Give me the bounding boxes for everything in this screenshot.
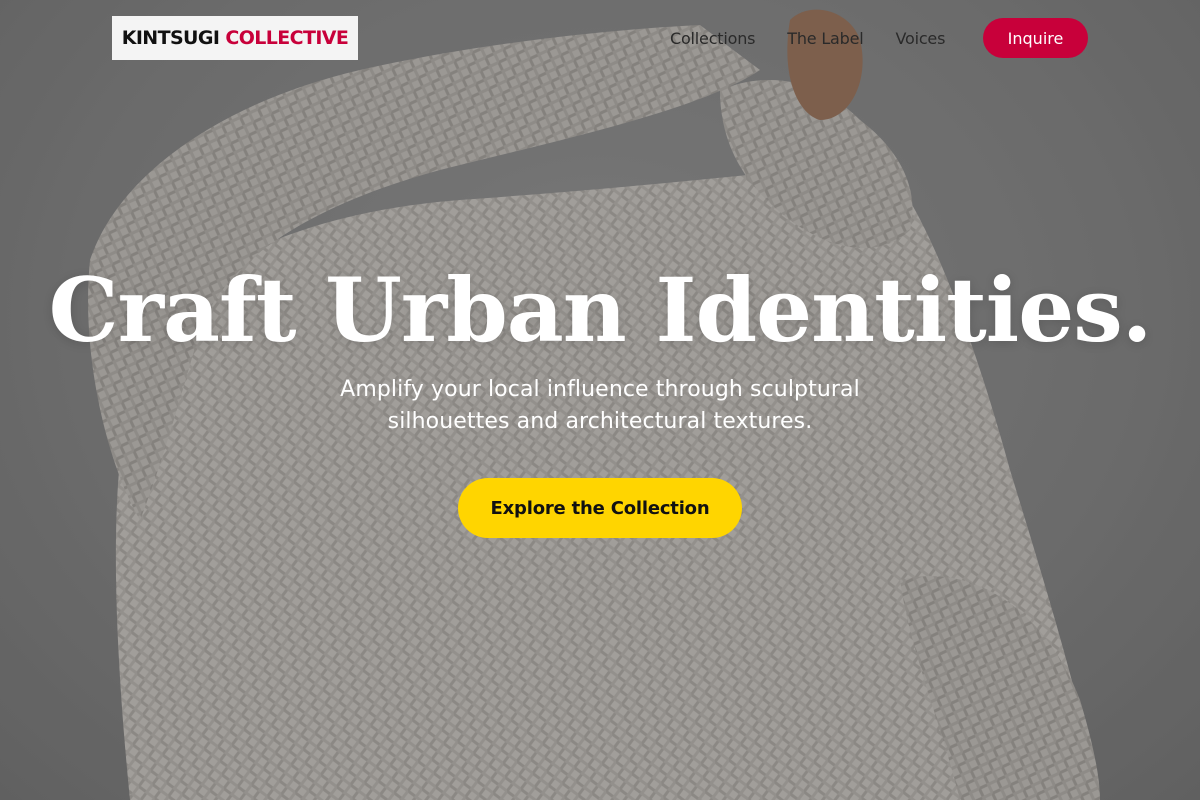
- inquire-button[interactable]: Inquire: [983, 18, 1088, 58]
- hero-headline: Craft Urban Identities.: [48, 258, 1153, 362]
- brand-logo-word-2: COLLECTIVE: [225, 27, 349, 49]
- nav-link-collections[interactable]: Collections: [670, 29, 755, 48]
- brand-logo[interactable]: KINTSUGI COLLECTIVE: [112, 16, 358, 60]
- main-navigation: Collections The Label Voices: [670, 18, 977, 58]
- explore-collection-button[interactable]: Explore the Collection: [458, 478, 742, 538]
- brand-logo-word-1: KINTSUGI: [121, 27, 220, 49]
- nav-link-voices[interactable]: Voices: [896, 29, 946, 48]
- nav-link-the-label[interactable]: The Label: [787, 29, 863, 48]
- hero-subheadline: Amplify your local influence through scu…: [340, 377, 860, 434]
